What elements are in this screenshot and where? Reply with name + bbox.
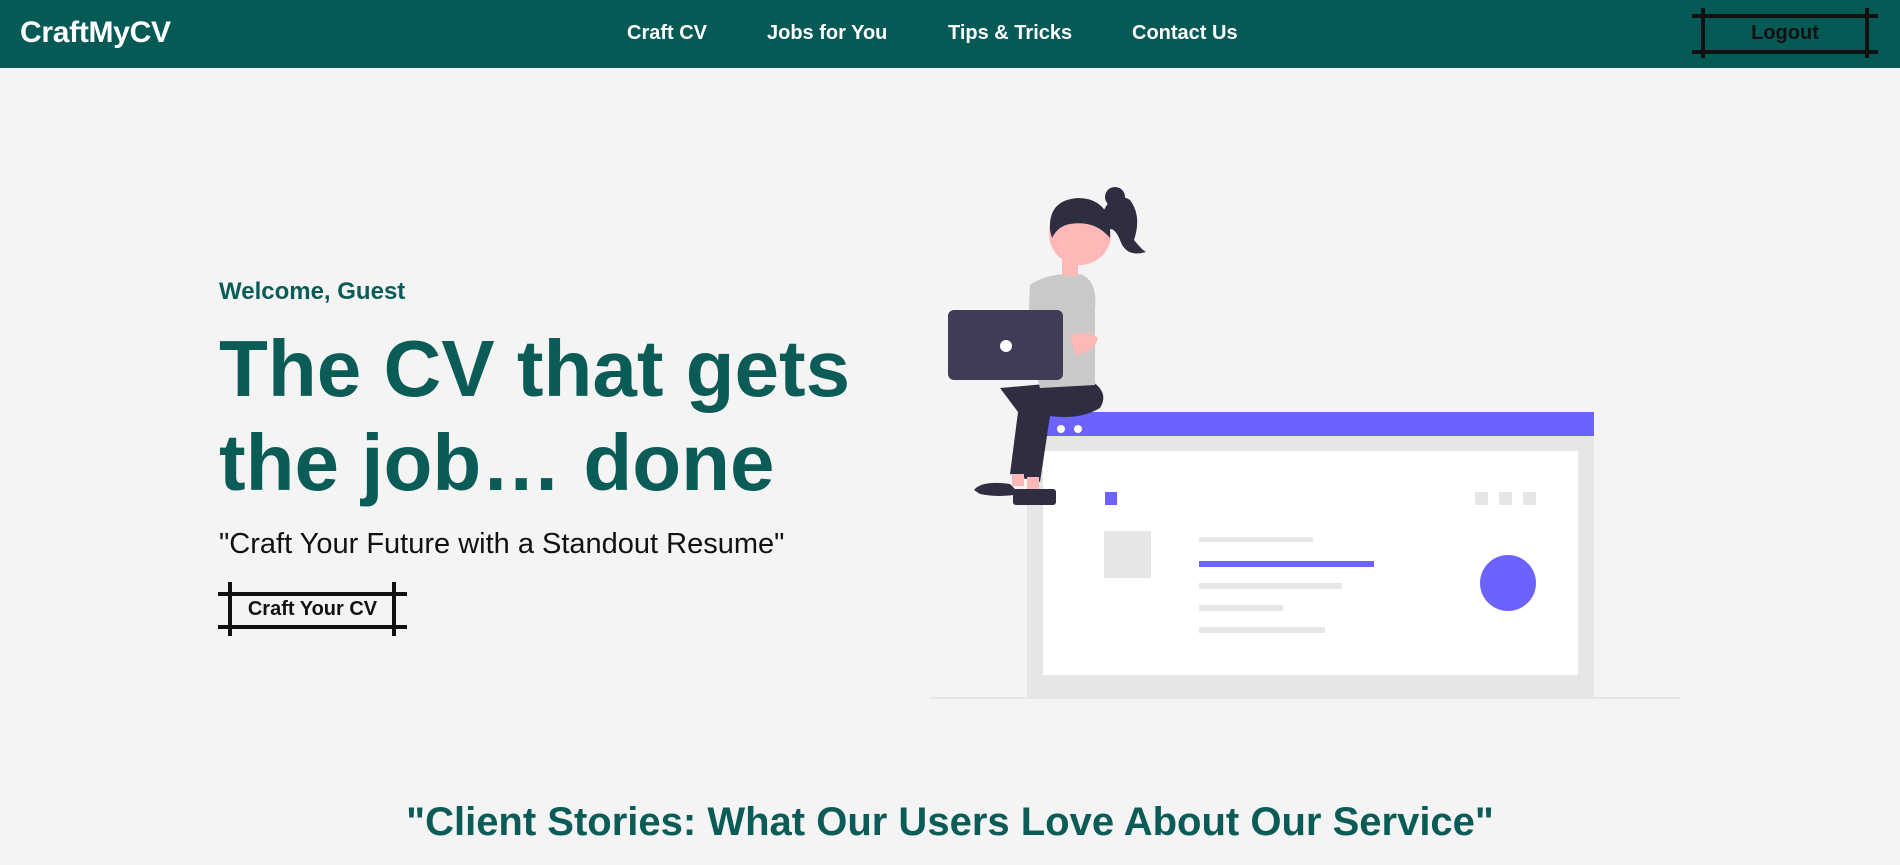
top-navbar: CraftMyCV Craft CV Jobs for You Tips & T… <box>0 0 1900 68</box>
window-title-bar <box>1027 412 1594 436</box>
browser-window-graphic <box>1027 412 1594 699</box>
hero-tagline: "Craft Your Future with a Standout Resum… <box>219 528 785 560</box>
nav-link-tips-tricks[interactable]: Tips & Tricks <box>948 22 1072 45</box>
hero-headline: The CV that gets the job… done <box>219 324 851 507</box>
logout-button[interactable]: Logout <box>1692 8 1878 58</box>
craft-your-cv-button[interactable]: Craft Your CV <box>218 582 407 636</box>
avatar-circle-graphic <box>1480 555 1536 611</box>
woman-with-laptop-illustration <box>930 187 1680 699</box>
craft-your-cv-label: Craft Your CV <box>247 598 378 620</box>
nav-link-jobs-for-you[interactable]: Jobs for You <box>767 22 887 45</box>
welcome-message: Welcome, Guest <box>219 278 406 305</box>
logout-button-label: Logout <box>1751 22 1819 44</box>
nav-link-craft-cv[interactable]: Craft CV <box>627 22 707 45</box>
main-nav: Craft CV Jobs for You Tips & Tricks Cont… <box>0 22 1900 48</box>
nav-link-contact-us[interactable]: Contact Us <box>1132 22 1238 45</box>
client-stories-heading: "Client Stories: What Our Users Love Abo… <box>406 800 1494 844</box>
